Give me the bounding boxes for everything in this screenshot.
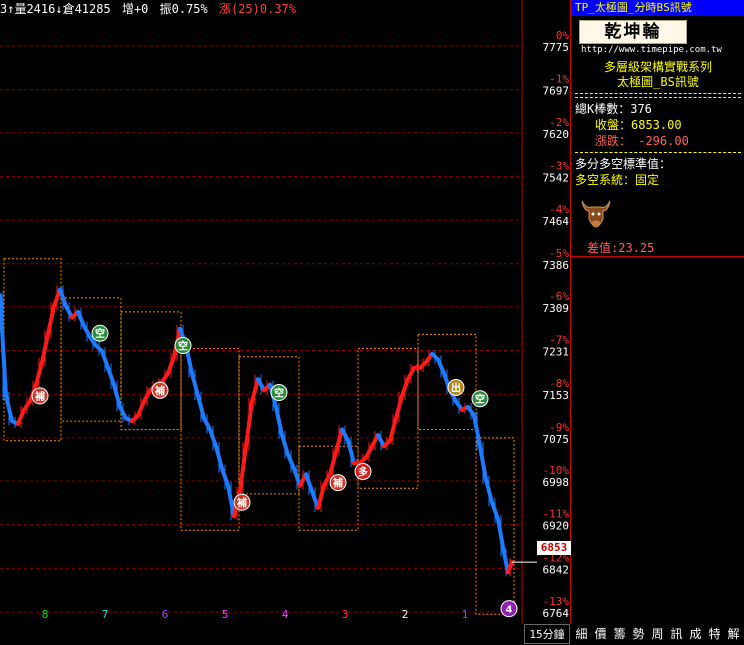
menu-signal[interactable]: 訊	[667, 624, 686, 644]
indicator-title: 太極圖_BS訊號	[617, 75, 699, 89]
indicator-panel: TP_太極圖_分時BS訊號 乾坤輪 http://www.timepipe.co…	[570, 0, 744, 644]
menu-volume[interactable]: 成	[686, 624, 705, 644]
system-label: 多空系統：固定	[575, 173, 660, 187]
timeframe-selector[interactable]: 15分鐘	[524, 624, 570, 644]
amplitude-info: 振0.75%	[159, 2, 208, 16]
bull-icon	[581, 200, 611, 228]
countdown-label: 2	[402, 608, 409, 621]
divider	[575, 97, 741, 98]
close-value: 收盤：6853.00	[595, 118, 682, 132]
menu-chip[interactable]: 籌	[610, 624, 629, 644]
signal-label: 空	[274, 387, 284, 400]
panel-divider	[571, 256, 744, 257]
increase-info: 增+0	[121, 2, 149, 16]
price-tick: 7775	[543, 41, 570, 54]
countdown-label: 3	[342, 608, 349, 621]
signal-label: 空	[178, 340, 188, 353]
divider	[575, 93, 741, 94]
website-url: http://www.timepipe.com.tw	[581, 45, 722, 55]
price-tick: 7542	[543, 171, 570, 184]
menu-detail[interactable]: 細	[572, 624, 591, 644]
price-tick: 7386	[543, 259, 570, 272]
price-tick: 7620	[543, 128, 570, 141]
volume-info: 3↑量2416↓倉41285	[0, 2, 111, 16]
countdown-label: 7	[102, 608, 109, 621]
signal-label: 補	[34, 390, 45, 403]
countdown-label: 1	[462, 608, 469, 621]
indicator-tab[interactable]: TP_太極圖_分時BS訊號	[571, 0, 744, 16]
menu-explain[interactable]: 解	[724, 624, 743, 644]
change-info: 漲(25)0.37%	[218, 2, 297, 16]
divider	[575, 152, 741, 153]
range-box	[120, 311, 182, 430]
range-box	[298, 445, 359, 531]
bar-count: 總K棒數：376	[575, 102, 652, 116]
price-tick: 6764	[543, 607, 570, 620]
menu-special[interactable]: 特	[705, 624, 724, 644]
menu-trend[interactable]: 勢	[629, 624, 648, 644]
function-menu: 細 價 籌 勢 周 訊 成 特 解	[572, 624, 743, 644]
quote-bar: 3↑量2416↓倉41285 增+0 振0.75% 漲(25)0.37%	[0, 0, 520, 18]
price-tick: 7153	[543, 389, 570, 402]
signal-label: 4	[506, 605, 513, 616]
countdown-label: 5	[222, 608, 229, 621]
price-tick: 7075	[543, 433, 570, 446]
countdown-label: 4	[282, 608, 289, 621]
signal-label: 多	[358, 465, 368, 478]
price-tick: 7309	[543, 302, 570, 315]
countdown-label: 6	[162, 608, 169, 621]
signal-label: 空	[475, 393, 485, 406]
signal-label: 補	[236, 496, 247, 509]
logo: 乾坤輪	[579, 20, 687, 44]
diff-value: 差值:23.25	[587, 241, 655, 255]
price-tick: 6920	[543, 520, 570, 533]
menu-week[interactable]: 周	[648, 624, 667, 644]
price-tick: 6842	[543, 563, 570, 576]
signal-label: 補	[332, 477, 343, 490]
range-box	[3, 258, 62, 442]
price-tick: 6998	[543, 476, 570, 489]
series-title: 多層級架構實戰系列	[603, 60, 712, 74]
signal-label: 出	[451, 382, 461, 395]
current-price-label: 6853	[537, 541, 571, 555]
signal-label: 空	[95, 327, 105, 340]
standard-label: 多分多空標準值：	[575, 157, 672, 171]
signal-label: 補	[154, 384, 165, 397]
price-tick: 7231	[543, 346, 570, 359]
price-tick: 7697	[543, 85, 570, 98]
menu-price[interactable]: 價	[591, 624, 610, 644]
change-value: 漲跌： -296.00	[595, 134, 689, 148]
countdown-label: 8	[42, 608, 49, 621]
price-tick: 7464	[543, 215, 570, 228]
